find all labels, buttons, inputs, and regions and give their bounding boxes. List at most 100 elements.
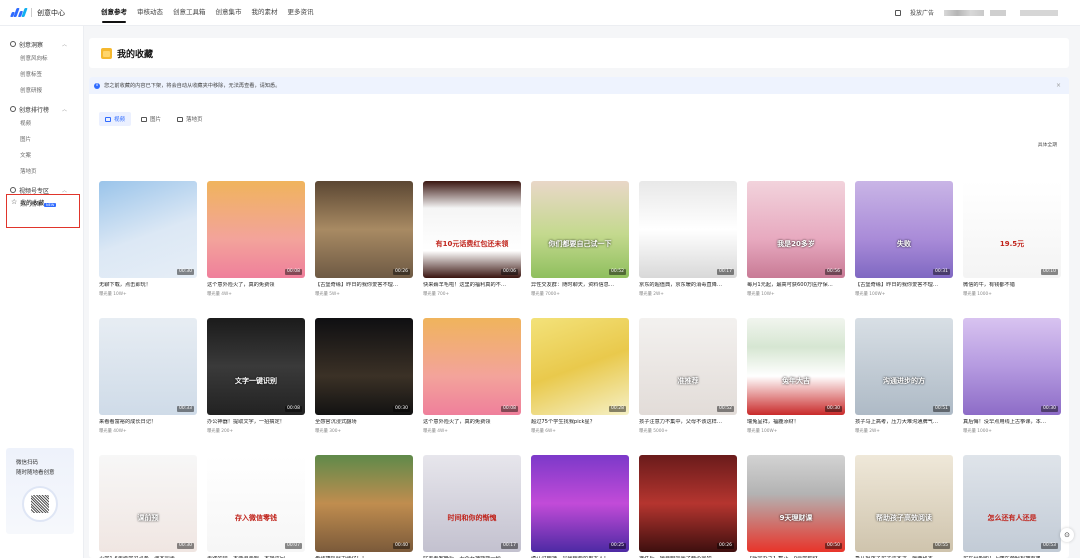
- video-card[interactable]: 兔年大吉 00:30 瑞兔呈祥，福鹿添财！ 曝光量 100W+: [747, 318, 845, 435]
- video-thumbnail[interactable]: 沟通进步的方 00:51: [855, 318, 953, 415]
- video-thumbnail[interactable]: 00:17: [639, 181, 737, 278]
- tab-video[interactable]: 视频: [99, 112, 132, 126]
- nav-review-dynamics[interactable]: 审核动态: [132, 0, 168, 26]
- video-thumbnail[interactable]: 帮助孩子高效阅读 00:55: [855, 455, 953, 552]
- video-card[interactable]: 00:08 这个意外险火了，真的免费领 曝光量 4W+: [207, 181, 305, 298]
- card-title[interactable]: 每月1元起，最高可获600万医疗保…: [747, 282, 845, 289]
- nav-more-news[interactable]: 更多资讯: [283, 0, 319, 26]
- video-thumbnail[interactable]: 19.5元 00:10: [963, 181, 1061, 278]
- card-title[interactable]: 异性交友群：随时聊天，资料信息…: [531, 282, 629, 289]
- sidebar-item-favorites[interactable]: ☆ 我的收藏: [6, 194, 80, 228]
- video-card[interactable]: 00:26 【古堡奇缘】昨日的我你爱答不理… 曝光量 5W+: [315, 181, 413, 298]
- video-card[interactable]: 怎么还有人还是00:53买车分期购！上懂车帝轻松拥有奥…曝光量 600+: [963, 455, 1061, 558]
- video-thumbnail[interactable]: 兔年大吉 00:30: [747, 318, 845, 415]
- video-thumbnail[interactable]: 00:40: [315, 455, 413, 552]
- sidebar-group-insight[interactable]: 创意洞察 ︿: [0, 37, 83, 51]
- card-title[interactable]: 这个意外险火了，真的免费领: [423, 419, 521, 426]
- video-thumbnail[interactable]: 9天理财课 00:50: [747, 455, 845, 552]
- video-card[interactable]: 我是20多岁 00:56 每月1元起，最高可获600万医疗保… 曝光量 10W+: [747, 181, 845, 298]
- video-thumbnail[interactable]: 准推荐 00:52: [639, 318, 737, 415]
- video-card[interactable]: 9天理财课00:50【版完办之】截止，0元学理财，…曝光量 3W+: [747, 455, 845, 558]
- video-thumbnail[interactable]: 怎么还有人还是 00:53: [963, 455, 1061, 552]
- video-card[interactable]: 沟通进步的方 00:51 孩子马上高考，压力大难沟通脾气… 曝光量 2W+: [855, 318, 953, 435]
- video-card[interactable]: 你们都要自己试一下 00:52 异性交友群：随时聊天，资料信息… 曝光量 7000+: [531, 181, 629, 298]
- video-card[interactable]: 19.5元 00:10 微信的牛，有钱都不错 曝光量 1000+: [963, 181, 1061, 298]
- card-title[interactable]: 超过75个学生找我pick星？: [531, 419, 629, 426]
- sidebar-item-trend[interactable]: 创意风向标: [0, 51, 83, 67]
- nav-creative-toolbox[interactable]: 创意工具箱: [168, 0, 211, 26]
- card-title[interactable]: 京东的超值典，京东暖的消毒直降…: [639, 282, 737, 289]
- video-card[interactable]: 00:08 这个意外险火了，真的免费领 曝光量 4W+: [423, 318, 521, 435]
- video-card[interactable]: 00:30 全感官沉浸式翻场 曝光量 300+: [315, 318, 413, 435]
- help-float-button[interactable]: ⊙: [1060, 528, 1074, 542]
- tab-image[interactable]: 图片: [135, 112, 167, 126]
- video-card[interactable]: 准推荐 00:52 孩子注意力不集中，父母不该这样… 曝光量 5000+: [639, 318, 737, 435]
- video-thumbnail[interactable]: 文字一键识别 00:08: [207, 318, 305, 415]
- video-thumbnail[interactable]: 我是20多岁 00:56: [747, 181, 845, 278]
- video-card[interactable]: 课前预00:30小学1-6年级学习必备，课本同步…曝光量 2W+: [99, 455, 197, 558]
- video-thumbnail[interactable]: 00:30: [315, 318, 413, 415]
- video-card[interactable]: 00:30 无聊下载，点击即玩！ 曝光量 10W+: [99, 181, 197, 298]
- video-card[interactable]: 时间和你的惭愧00:17好美看客晚后，七个女神能能一秒…曝光量 3W+: [423, 455, 521, 558]
- video-thumbnail[interactable]: 00:08: [423, 318, 521, 415]
- video-thumbnail[interactable]: 有10元话费红包还未领 00:06: [423, 181, 521, 278]
- account-info-blurred[interactable]: [944, 9, 984, 16]
- video-thumbnail[interactable]: 你们都要自己试一下 00:52: [531, 181, 629, 278]
- card-title[interactable]: 全感官沉浸式翻场: [315, 419, 413, 426]
- sidebar-item-image[interactable]: 图片: [0, 132, 83, 148]
- video-thumbnail[interactable]: 00:30: [963, 318, 1061, 415]
- place-ad-link[interactable]: 投放广告: [910, 8, 934, 17]
- card-title[interactable]: 【古堡奇缘】昨日的我你爱答不理…: [315, 282, 413, 289]
- video-card[interactable]: 文字一键识别 00:08 办公神器！提取文字，一招搞定！ 曝光量 200+: [207, 318, 305, 435]
- video-card[interactable]: 00:26裤任后，她亲眼叫我了两个冒犯，…曝光量 4W+: [639, 455, 737, 558]
- video-thumbnail[interactable]: 存入微信零钱 00:07: [207, 455, 305, 552]
- video-thumbnail[interactable]: 00:28: [531, 318, 629, 415]
- card-title[interactable]: 无聊下载，点击即玩！: [99, 282, 197, 289]
- video-card[interactable]: 00:33 来看看富裕的成长日记！ 曝光量 40W+: [99, 318, 197, 435]
- sidebar-group-ranking[interactable]: 创意排行榜 ︿: [0, 102, 83, 116]
- account-name-blurred[interactable]: [1020, 9, 1058, 16]
- video-thumbnail[interactable]: 00:26: [639, 455, 737, 552]
- nav-my-materials[interactable]: 我的素材: [247, 0, 283, 26]
- card-title[interactable]: 办公神器！提取文字，一招搞定！: [207, 419, 305, 426]
- card-title[interactable]: 这个意外险火了，真的免费领: [207, 282, 305, 289]
- video-thumbnail[interactable]: 失败 00:31: [855, 181, 953, 278]
- sidebar-item-landing[interactable]: 落地页: [0, 164, 83, 180]
- nav-creative-market[interactable]: 创意集市: [211, 0, 247, 26]
- video-card[interactable]: 帮助孩子高效阅读00:55急从姐孩子买了这本书，她两也不…曝光量 4W+: [855, 455, 953, 558]
- video-card[interactable]: 有10元话费红包还未领 00:06 快来薅羊毛啦！这里的福利真的不… 曝光量 700+: [423, 181, 521, 298]
- video-card[interactable]: 00:28 超过75个学生找我pick星？ 曝光量 6W+: [531, 318, 629, 435]
- close-icon[interactable]: ×: [1056, 82, 1061, 89]
- video-thumbnail[interactable]: 课前预 00:30: [99, 455, 197, 552]
- card-title[interactable]: 孩子注意力不集中，父母不该这样…: [639, 419, 737, 426]
- video-card[interactable]: 存入微信零钱00:07走路的钱，不要浪费啊，不接这回…曝光量 6000+: [207, 455, 305, 558]
- sidebar-item-video[interactable]: 视频: [0, 116, 83, 132]
- video-card[interactable]: 00:17 京东的超值典，京东暖的消毒直降… 曝光量 2W+: [639, 181, 737, 298]
- ad-icon[interactable]: [894, 9, 901, 16]
- video-icon: [105, 116, 111, 122]
- video-thumbnail[interactable]: 00:26: [315, 181, 413, 278]
- tab-landing[interactable]: 落地页: [171, 112, 209, 126]
- video-card[interactable]: 失败 00:31 【古堡奇缘】昨日的我你爱答不理… 曝光量 100W+: [855, 181, 953, 298]
- card-title[interactable]: 真后悔！没早点用线上古筝课，本…: [963, 419, 1061, 426]
- video-thumbnail[interactable]: 时间和你的惭愧 00:17: [423, 455, 521, 552]
- video-thumbnail[interactable]: 00:30: [99, 181, 197, 278]
- sidebar-item-report[interactable]: 创意研报: [0, 83, 83, 99]
- card-title[interactable]: 微信的牛，有钱都不错: [963, 282, 1061, 289]
- video-thumbnail[interactable]: 00:25: [531, 455, 629, 552]
- card-title[interactable]: 快来薅羊毛啦！这里的福利真的不…: [423, 282, 521, 289]
- logo[interactable]: 创意中心: [10, 8, 96, 18]
- ext-link[interactable]: 具体全期: [1038, 141, 1057, 148]
- nav-creative-reference[interactable]: 创意参考: [96, 0, 132, 26]
- video-card[interactable]: 00:30 真后悔！没早点用线上古筝课，本… 曝光量 1000+: [963, 318, 1061, 435]
- video-card[interactable]: 00:40盘硅捷机就力破亿！！曝光量 20W+: [315, 455, 413, 558]
- card-title[interactable]: 来看看富裕的成长日记！: [99, 419, 197, 426]
- card-title[interactable]: 孩子马上高考，压力大难沟通脾气…: [855, 419, 953, 426]
- card-title[interactable]: 【古堡奇缘】昨日的我你爱答不理…: [855, 282, 953, 289]
- sidebar-item-copy[interactable]: 文案: [0, 148, 83, 164]
- video-thumbnail[interactable]: 00:33: [99, 318, 197, 415]
- video-card[interactable]: 00:25确认过眼神，是我想要的果冻人！曝光量 3W+: [531, 455, 629, 558]
- card-title[interactable]: 瑞兔呈祥，福鹿添财！: [747, 419, 845, 426]
- sidebar-item-tags[interactable]: 创意标签: [0, 67, 83, 83]
- video-thumbnail[interactable]: 00:08: [207, 181, 305, 278]
